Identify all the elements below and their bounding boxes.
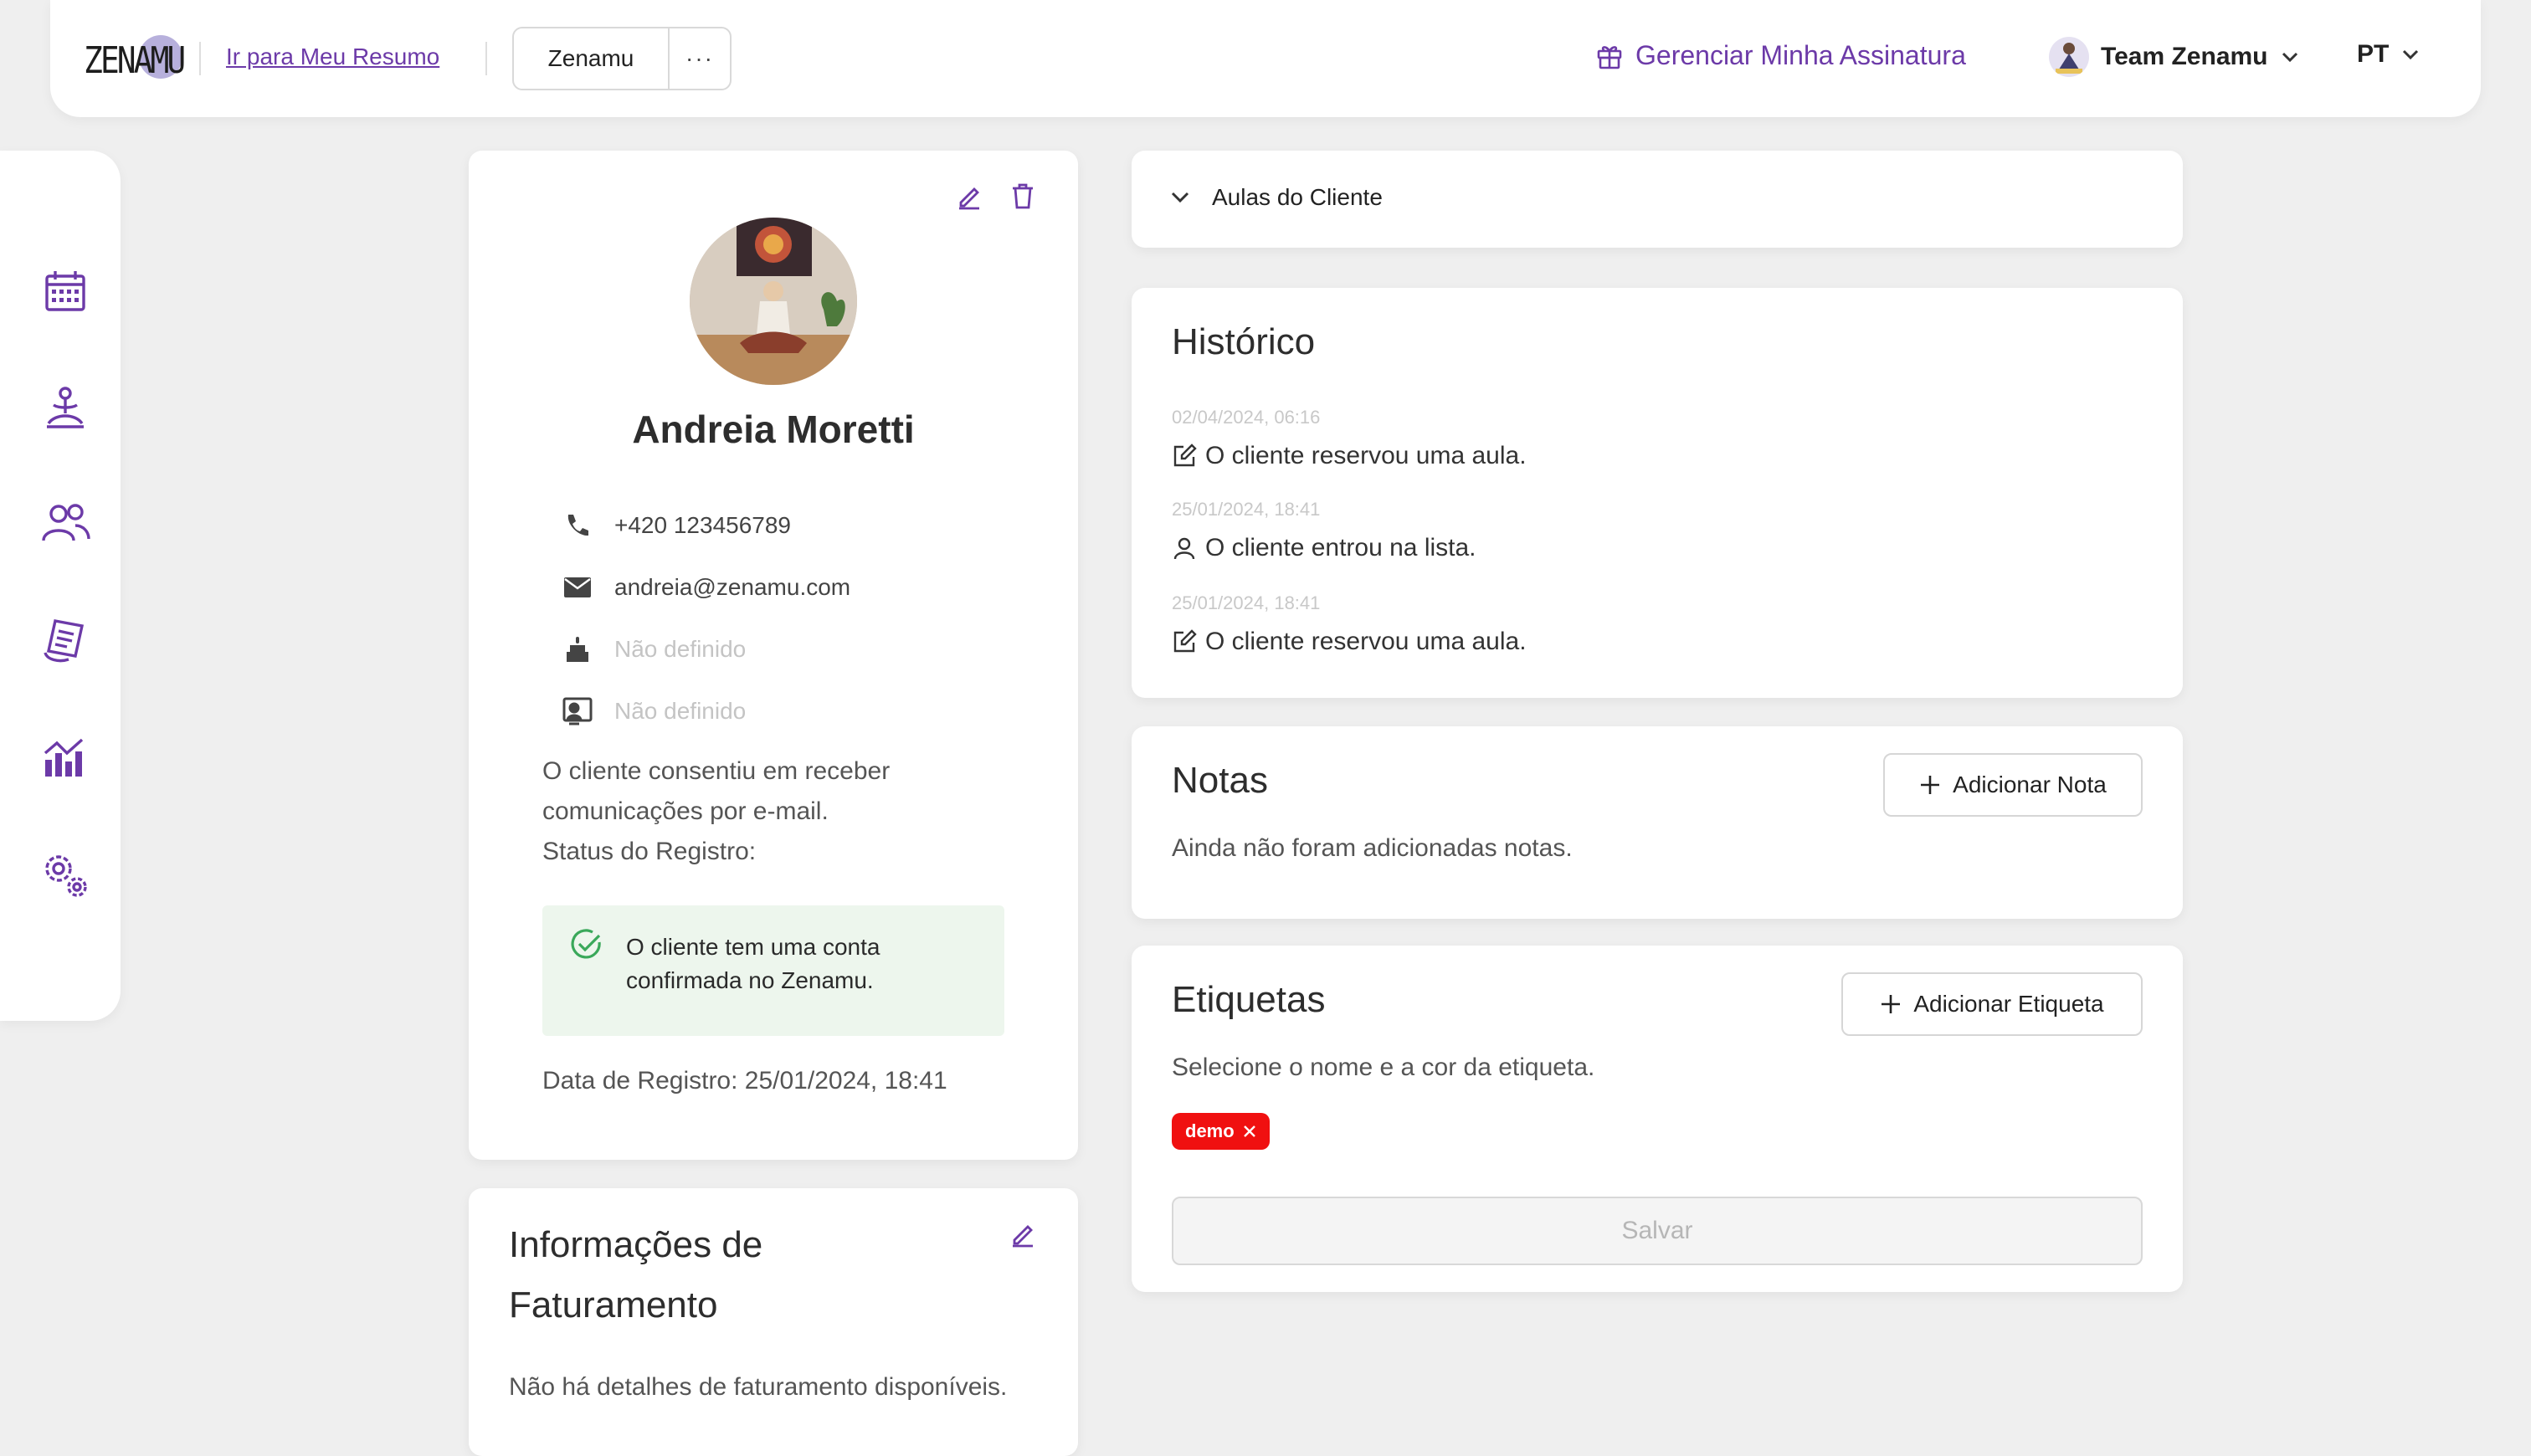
calendar-icon[interactable] [35, 263, 95, 323]
logo-text: ZENAMU [84, 38, 186, 82]
history-card: Histórico 02/04/2024, 06:16 O cliente re… [1132, 288, 2183, 698]
notes-empty-text: Ainda não foram adicionadas notas. [1172, 834, 1573, 862]
notes-title: Notas [1172, 760, 1268, 801]
add-tag-button[interactable]: Adicionar Etiqueta [1841, 972, 2143, 1036]
history-date: 25/01/2024, 18:41 [1172, 592, 1321, 613]
client-classes-card[interactable]: Aulas do Cliente [1132, 151, 2183, 248]
phone-row: +420 123456789 [562, 510, 791, 541]
add-tag-label: Adicionar Etiqueta [1913, 991, 2104, 1017]
edit-icon [1172, 629, 1197, 654]
team-avatar [2049, 37, 2089, 77]
yoga-icon[interactable] [35, 380, 95, 440]
tag-label: demo [1185, 1120, 1235, 1141]
client-name: Andreia Moretti [632, 408, 915, 451]
manage-subscription-link[interactable]: Gerenciar Minha Assinatura [1597, 40, 1966, 71]
language-select[interactable]: PT [2357, 40, 2421, 69]
analytics-icon[interactable] [35, 728, 95, 788]
tag-chip[interactable]: demo [1172, 1113, 1270, 1150]
history-text: O cliente entrou na lista. [1205, 534, 1476, 561]
status-message: O cliente tem uma conta confirmada no Ze… [626, 934, 880, 993]
email-value: andreia@zenamu.com [614, 574, 851, 600]
billing-title: Informações de Faturamento [509, 1224, 763, 1325]
gift-icon [1597, 43, 1622, 69]
cake-icon [562, 634, 593, 664]
notes-card: Notas Adicionar Nota Ainda não foram adi… [1132, 726, 2183, 919]
client-classes-title: Aulas do Cliente [1212, 184, 1383, 210]
billing-info-card: Informações de Faturamento Não há detalh… [469, 1188, 1078, 1456]
id-card-icon [562, 696, 593, 726]
tags-card: Etiquetas Adicionar Etiqueta Selecione o… [1132, 946, 2183, 1292]
birthday-row: Não definido [562, 634, 746, 664]
chevron-down-icon [2400, 48, 2421, 61]
edit-icon[interactable] [1008, 1218, 1038, 1248]
history-entry: O cliente reservou uma aula. [1172, 628, 1527, 656]
phone-icon [562, 510, 593, 541]
studio-button-group: Zenamu ··· [512, 27, 732, 90]
save-button[interactable]: Salvar [1172, 1197, 2143, 1265]
users-icon[interactable] [35, 494, 95, 554]
billing-empty-text: Não há detalhes de faturamento disponíve… [509, 1373, 1008, 1401]
add-note-button[interactable]: Adicionar Nota [1883, 753, 2143, 817]
tags-hint: Selecione o nome e a cor da etiqueta. [1172, 1054, 1595, 1081]
history-date: 02/04/2024, 06:16 [1172, 407, 1321, 428]
client-avatar [690, 218, 857, 385]
trash-icon[interactable] [1008, 181, 1038, 211]
divider [485, 42, 487, 75]
top-bar: ZENAMU Ir para Meu Resumo Zenamu ··· Ger… [50, 0, 2481, 117]
chevron-down-icon [2280, 50, 2300, 64]
team-name: Team Zenamu [2101, 43, 2268, 70]
user-icon [1172, 536, 1197, 561]
edit-icon[interactable] [954, 181, 984, 211]
close-icon[interactable] [1243, 1125, 1256, 1138]
plus-icon [1880, 993, 1902, 1015]
edit-icon [1172, 443, 1197, 469]
status-box: O cliente tem uma conta confirmada no Ze… [542, 905, 1004, 1036]
history-date: 25/01/2024, 18:41 [1172, 499, 1321, 520]
settings-icon[interactable] [35, 845, 95, 905]
more-options-button[interactable]: ··· [670, 28, 730, 89]
studio-button[interactable]: Zenamu [514, 28, 670, 89]
registration-date: Data de Registro: 25/01/2024, 18:41 [542, 1067, 947, 1095]
team-menu[interactable]: Team Zenamu [2049, 37, 2300, 77]
check-circle-icon [569, 927, 604, 962]
chevron-down-icon [1168, 189, 1192, 206]
tags-title: Etiquetas [1172, 979, 1326, 1020]
sidebar [0, 151, 121, 1021]
plus-icon [1919, 774, 1941, 796]
zenamu-logo[interactable]: ZENAMU [84, 35, 186, 82]
mail-icon [562, 572, 593, 602]
history-title: Histórico [1172, 321, 1316, 362]
summary-link[interactable]: Ir para Meu Resumo [226, 44, 439, 70]
email-row: andreia@zenamu.com [562, 572, 850, 602]
birthday-value: Não definido [614, 636, 747, 662]
history-text: O cliente reservou uma aula. [1205, 442, 1527, 469]
id-value: Não definido [614, 698, 747, 724]
history-entry: O cliente reservou uma aula. [1172, 442, 1527, 470]
divider [199, 42, 201, 75]
language-label: PT [2357, 40, 2390, 68]
client-profile-card: Andreia Moretti +420 123456789 andreia@z… [469, 151, 1078, 1160]
add-note-label: Adicionar Nota [1953, 772, 2107, 797]
registration-status-label: Status do Registro: [542, 838, 757, 865]
history-entry: O cliente entrou na lista. [1172, 534, 1476, 562]
invoice-icon[interactable] [35, 611, 95, 671]
history-text: O cliente reservou uma aula. [1205, 628, 1527, 655]
id-row: Não definido [562, 696, 746, 726]
manage-subscription-label: Gerenciar Minha Assinatura [1635, 40, 1966, 70]
consent-text: O cliente consentiu em receber comunicaç… [542, 757, 891, 825]
phone-value: +420 123456789 [614, 512, 791, 538]
